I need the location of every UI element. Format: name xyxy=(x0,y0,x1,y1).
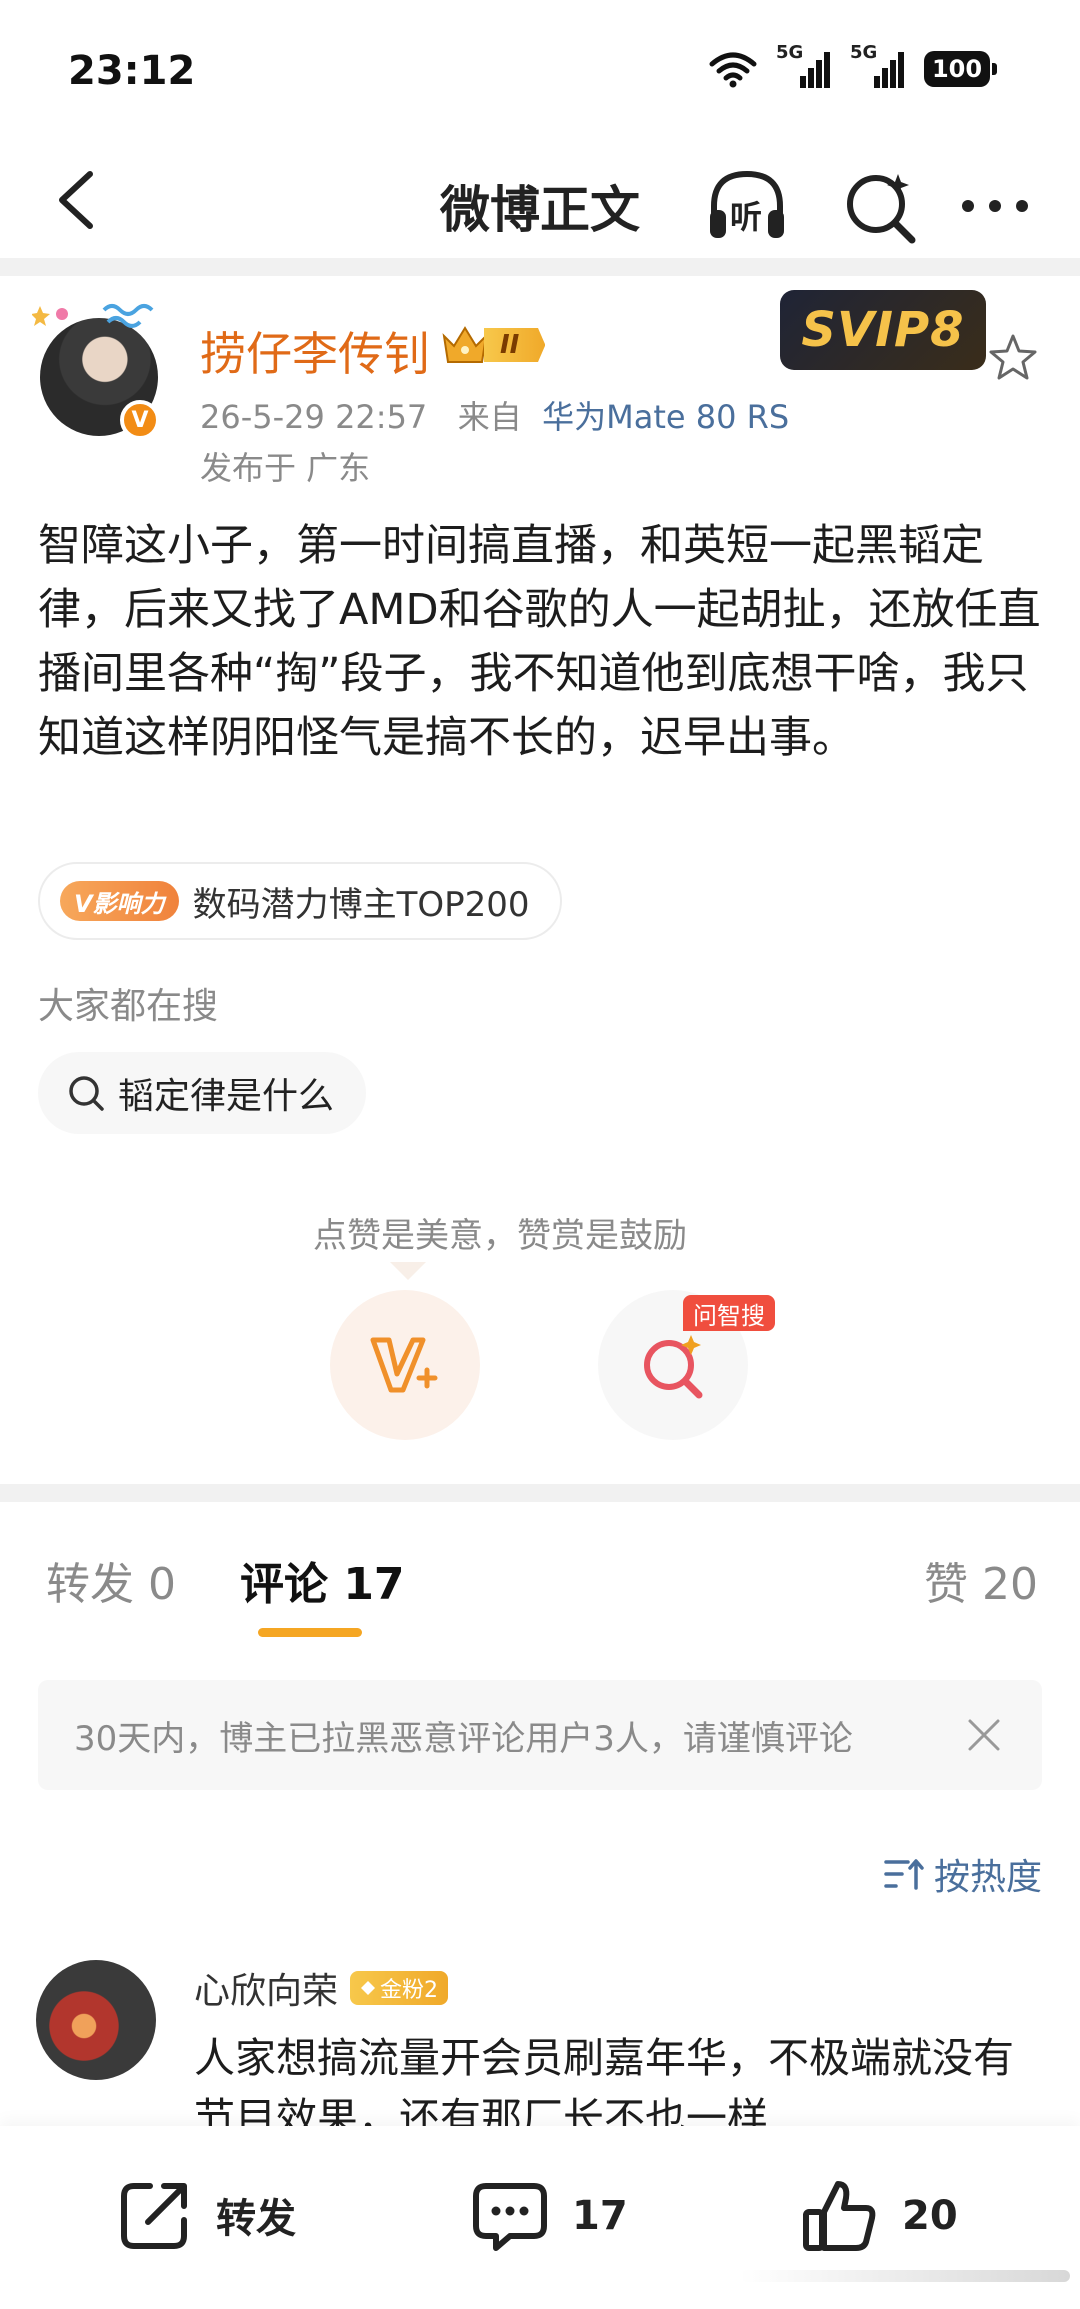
listen-label: 听 xyxy=(730,198,763,236)
like-button[interactable]: 20 xyxy=(800,2176,958,2256)
tab-comment[interactable]: 评论 17 xyxy=(240,1548,405,1612)
author-name[interactable]: 捞仔李传钊 xyxy=(200,318,430,384)
post-meta: 26-5-29 22:57 来自 华为Mate 80 RS xyxy=(200,392,789,438)
comment-author-name[interactable]: 心欣向荣 xyxy=(194,1962,338,2014)
trending-chip-text: 韬定律是什么 xyxy=(118,1076,335,1117)
sort-label: 按热度 xyxy=(933,1857,1042,1898)
comment-icon xyxy=(473,2183,547,2251)
tab-repost[interactable]: 转发 0 xyxy=(46,1548,176,1612)
more-icon xyxy=(962,200,1028,212)
search-icon xyxy=(69,1076,104,1111)
listen-button[interactable]: 听 xyxy=(702,160,792,250)
status-icons: 5G 5G 100 xyxy=(708,42,997,88)
influence-text: 数码潜力博主TOP200 xyxy=(192,884,530,925)
verified-badge: V xyxy=(120,400,160,440)
comment-avatar[interactable] xyxy=(36,1960,156,2080)
nav-bar: 微博正文 听 xyxy=(0,140,1080,260)
battery-icon: 100 xyxy=(924,51,997,87)
influence-pill[interactable]: V影响力 数码潜力博主TOP200 xyxy=(38,862,562,940)
more-button[interactable] xyxy=(950,160,1040,250)
notice-close-button[interactable] xyxy=(962,1713,1006,1757)
close-icon xyxy=(968,1719,1000,1751)
comment-notice: 30天内，博主已拉黑恶意评论用户3人，请谨慎评论 xyxy=(38,1680,1042,1790)
status-time: 23:12 xyxy=(68,48,196,94)
signal-2-label: 5G xyxy=(850,42,878,63)
influence-badge: V影响力 xyxy=(60,881,179,921)
crown-icon xyxy=(442,326,488,363)
tab-active-indicator xyxy=(258,1628,362,1637)
like-count: 20 xyxy=(902,2193,958,2239)
ask-search-icon xyxy=(644,1335,703,1399)
reward-v-icon xyxy=(370,1337,438,1393)
section-divider xyxy=(0,258,1080,276)
tab-like[interactable]: 赞 20 xyxy=(924,1548,1038,1612)
rank-level: II xyxy=(484,328,546,362)
trending-chip[interactable]: 韬定律是什么 xyxy=(38,1052,367,1134)
post-body: 智障这小子，第一时间搞直播，和英短一起黑韬定律，后来又找了AMD和谷歌的人一起胡… xyxy=(38,521,1041,763)
sort-button[interactable]: 按热度 xyxy=(884,1848,1042,1900)
trending-label: 大家都在搜 xyxy=(38,986,219,1027)
author-rank[interactable]: II xyxy=(440,322,546,368)
comment-text: 人家想搞流量开会员刷嘉年华，不极端就没有节目效果，还有那厂长不也一样 xyxy=(194,2034,1014,2128)
star-icon xyxy=(989,334,1037,380)
repost-label: 转发 xyxy=(216,2196,296,2242)
interaction-tabs: 转发 0 评论 17 赞 20 xyxy=(0,1510,1080,1640)
section-divider xyxy=(0,1484,1080,1502)
share-icon xyxy=(121,2183,187,2249)
reward-button[interactable] xyxy=(330,1290,480,1440)
signal-1: 5G xyxy=(776,42,832,88)
post-timestamp: 26-5-29 22:57 xyxy=(200,398,428,436)
thumbs-up-icon xyxy=(803,2181,876,2251)
post-device[interactable]: 华为Mate 80 RS xyxy=(542,398,789,436)
wifi-icon xyxy=(709,52,757,88)
comment-user: 心欣向荣 金粉2 xyxy=(194,1962,449,2014)
repost-button[interactable]: 转发 xyxy=(116,2176,296,2254)
status-bar: 23:12 5G 5G 100 xyxy=(0,0,1080,150)
fan-badge: 金粉2 xyxy=(350,1971,449,2005)
search-icon xyxy=(847,174,916,244)
fan-badge-label: 金粉2 xyxy=(380,1978,439,2003)
home-indicator xyxy=(740,2270,1070,2282)
avatar-decoration-icon xyxy=(32,304,154,328)
bottom-action-bar: 转发 17 20 xyxy=(0,2126,1080,2309)
reward-hint: 点赞是美意，赞赏是鼓励 xyxy=(313,1216,687,1256)
diamond-icon xyxy=(361,1981,376,1995)
ask-search-tag: 问智搜 xyxy=(683,1295,775,1331)
author-avatar[interactable]: V xyxy=(32,300,162,440)
search-button[interactable] xyxy=(836,160,926,250)
comment-count: 17 xyxy=(572,2193,628,2239)
signal-1-label: 5G xyxy=(776,42,804,63)
svip-badge[interactable]: SVIP8 xyxy=(780,290,986,370)
comment-button[interactable]: 17 xyxy=(470,2176,628,2256)
post-location: 发布于 广东 xyxy=(200,449,371,487)
notice-text: 30天内，博主已拉黑恶意评论用户3人，请谨慎评论 xyxy=(74,1718,853,1759)
reward-hint-arrow xyxy=(390,1262,426,1280)
favorite-button[interactable] xyxy=(984,330,1042,388)
signal-2: 5G xyxy=(850,42,906,88)
post-source-prefix: 来自 xyxy=(457,398,522,436)
sort-icon xyxy=(884,1859,924,1890)
